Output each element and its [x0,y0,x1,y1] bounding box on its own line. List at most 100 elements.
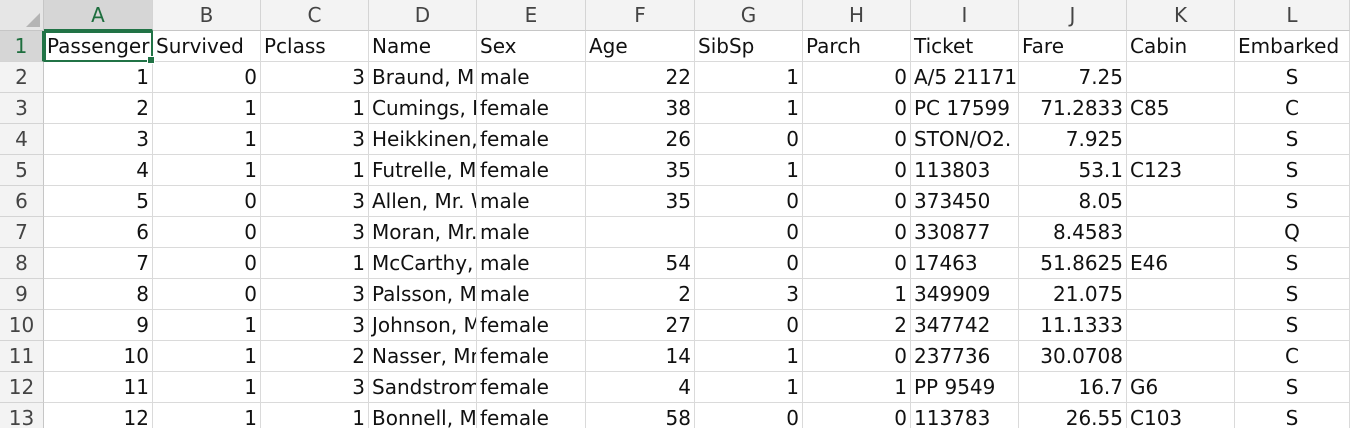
cell-j12[interactable]: 16.7 [1019,372,1127,403]
cell-f11[interactable]: 14 [586,341,695,372]
cell-k5[interactable]: C123 [1127,155,1235,186]
cell-f8[interactable]: 54 [586,248,695,279]
column-header-j[interactable]: J [1019,0,1127,31]
cell-k11[interactable] [1127,341,1235,372]
cell-l12[interactable]: S [1235,372,1350,403]
cell-f7[interactable] [586,217,695,248]
cell-b6[interactable]: 0 [153,186,261,217]
cell-l4[interactable]: S [1235,124,1350,155]
cell-i4[interactable]: STON/O2. 3101282 [911,124,1019,155]
cell-e10[interactable]: female [477,310,586,341]
cell-b2[interactable]: 0 [153,62,261,93]
column-header-e[interactable]: E [477,0,586,31]
cell-a2[interactable]: 1 [44,62,153,93]
row-header-11[interactable]: 11 [0,341,44,372]
cell-g10[interactable]: 0 [695,310,803,341]
cell-a9[interactable]: 8 [44,279,153,310]
cell-d13[interactable]: Bonnell, Miss. Elizabeth [369,403,477,428]
cell-e11[interactable]: female [477,341,586,372]
cell-c4[interactable]: 3 [261,124,369,155]
cell-c5[interactable]: 1 [261,155,369,186]
cell-h4[interactable]: 0 [803,124,911,155]
cell-j3[interactable]: 71.2833 [1019,93,1127,124]
cell-k9[interactable] [1127,279,1235,310]
cell-l5[interactable]: S [1235,155,1350,186]
column-header-a[interactable]: A [44,0,153,31]
cell-d1[interactable]: Name [369,31,477,62]
cell-h3[interactable]: 0 [803,93,911,124]
column-header-d[interactable]: D [369,0,477,31]
cell-i11[interactable]: 237736 [911,341,1019,372]
cell-g9[interactable]: 3 [695,279,803,310]
cell-b10[interactable]: 1 [153,310,261,341]
cell-k10[interactable] [1127,310,1235,341]
cell-g5[interactable]: 1 [695,155,803,186]
cell-a5[interactable]: 4 [44,155,153,186]
cell-a7[interactable]: 6 [44,217,153,248]
cell-a4[interactable]: 3 [44,124,153,155]
cell-d8[interactable]: McCarthy, Mr. Timothy J [369,248,477,279]
cell-l11[interactable]: C [1235,341,1350,372]
cell-l13[interactable]: S [1235,403,1350,428]
cell-f3[interactable]: 38 [586,93,695,124]
cell-h9[interactable]: 1 [803,279,911,310]
cell-f4[interactable]: 26 [586,124,695,155]
column-header-c[interactable]: C [261,0,369,31]
cell-c2[interactable]: 3 [261,62,369,93]
cell-g6[interactable]: 0 [695,186,803,217]
cell-c8[interactable]: 1 [261,248,369,279]
cell-l9[interactable]: S [1235,279,1350,310]
cell-b9[interactable]: 0 [153,279,261,310]
cell-b7[interactable]: 0 [153,217,261,248]
cell-j5[interactable]: 53.1 [1019,155,1127,186]
cell-k2[interactable] [1127,62,1235,93]
cell-d9[interactable]: Palsson, Master. Gosta Leonard [369,279,477,310]
cell-j1[interactable]: Fare [1019,31,1127,62]
cell-a12[interactable]: 11 [44,372,153,403]
cell-d2[interactable]: Braund, Mr. Owen Harris [369,62,477,93]
cell-l1[interactable]: Embarked [1235,31,1350,62]
cell-e5[interactable]: female [477,155,586,186]
cell-b11[interactable]: 1 [153,341,261,372]
cell-d11[interactable]: Nasser, Mrs. Nicholas [369,341,477,372]
cell-e1[interactable]: Sex [477,31,586,62]
cell-h6[interactable]: 0 [803,186,911,217]
row-header-4[interactable]: 4 [0,124,44,155]
cell-d7[interactable]: Moran, Mr. James [369,217,477,248]
cell-i7[interactable]: 330877 [911,217,1019,248]
cell-l2[interactable]: S [1235,62,1350,93]
cell-i9[interactable]: 349909 [911,279,1019,310]
cell-i13[interactable]: 113783 [911,403,1019,428]
row-header-12[interactable]: 12 [0,372,44,403]
cell-k13[interactable]: C103 [1127,403,1235,428]
row-header-5[interactable]: 5 [0,155,44,186]
cell-k8[interactable]: E46 [1127,248,1235,279]
cell-b12[interactable]: 1 [153,372,261,403]
cell-d6[interactable]: Allen, Mr. William Henry [369,186,477,217]
cell-i2[interactable]: A/5 21171 [911,62,1019,93]
cell-c13[interactable]: 1 [261,403,369,428]
cell-a3[interactable]: 2 [44,93,153,124]
row-header-8[interactable]: 8 [0,248,44,279]
cell-c7[interactable]: 3 [261,217,369,248]
cell-k12[interactable]: G6 [1127,372,1235,403]
cell-c9[interactable]: 3 [261,279,369,310]
cell-l8[interactable]: S [1235,248,1350,279]
column-header-i[interactable]: I [911,0,1019,31]
cell-j4[interactable]: 7.925 [1019,124,1127,155]
cell-l7[interactable]: Q [1235,217,1350,248]
cell-e12[interactable]: female [477,372,586,403]
column-header-l[interactable]: L [1235,0,1350,31]
row-header-6[interactable]: 6 [0,186,44,217]
cell-d12[interactable]: Sandstrom, Miss. Marguerite Rut [369,372,477,403]
cell-k4[interactable] [1127,124,1235,155]
cell-l6[interactable]: S [1235,186,1350,217]
cell-j13[interactable]: 26.55 [1019,403,1127,428]
cell-j10[interactable]: 11.1333 [1019,310,1127,341]
cell-h13[interactable]: 0 [803,403,911,428]
cell-i8[interactable]: 17463 [911,248,1019,279]
cell-i6[interactable]: 373450 [911,186,1019,217]
column-header-b[interactable]: B [153,0,261,31]
cell-h5[interactable]: 0 [803,155,911,186]
cell-e4[interactable]: female [477,124,586,155]
